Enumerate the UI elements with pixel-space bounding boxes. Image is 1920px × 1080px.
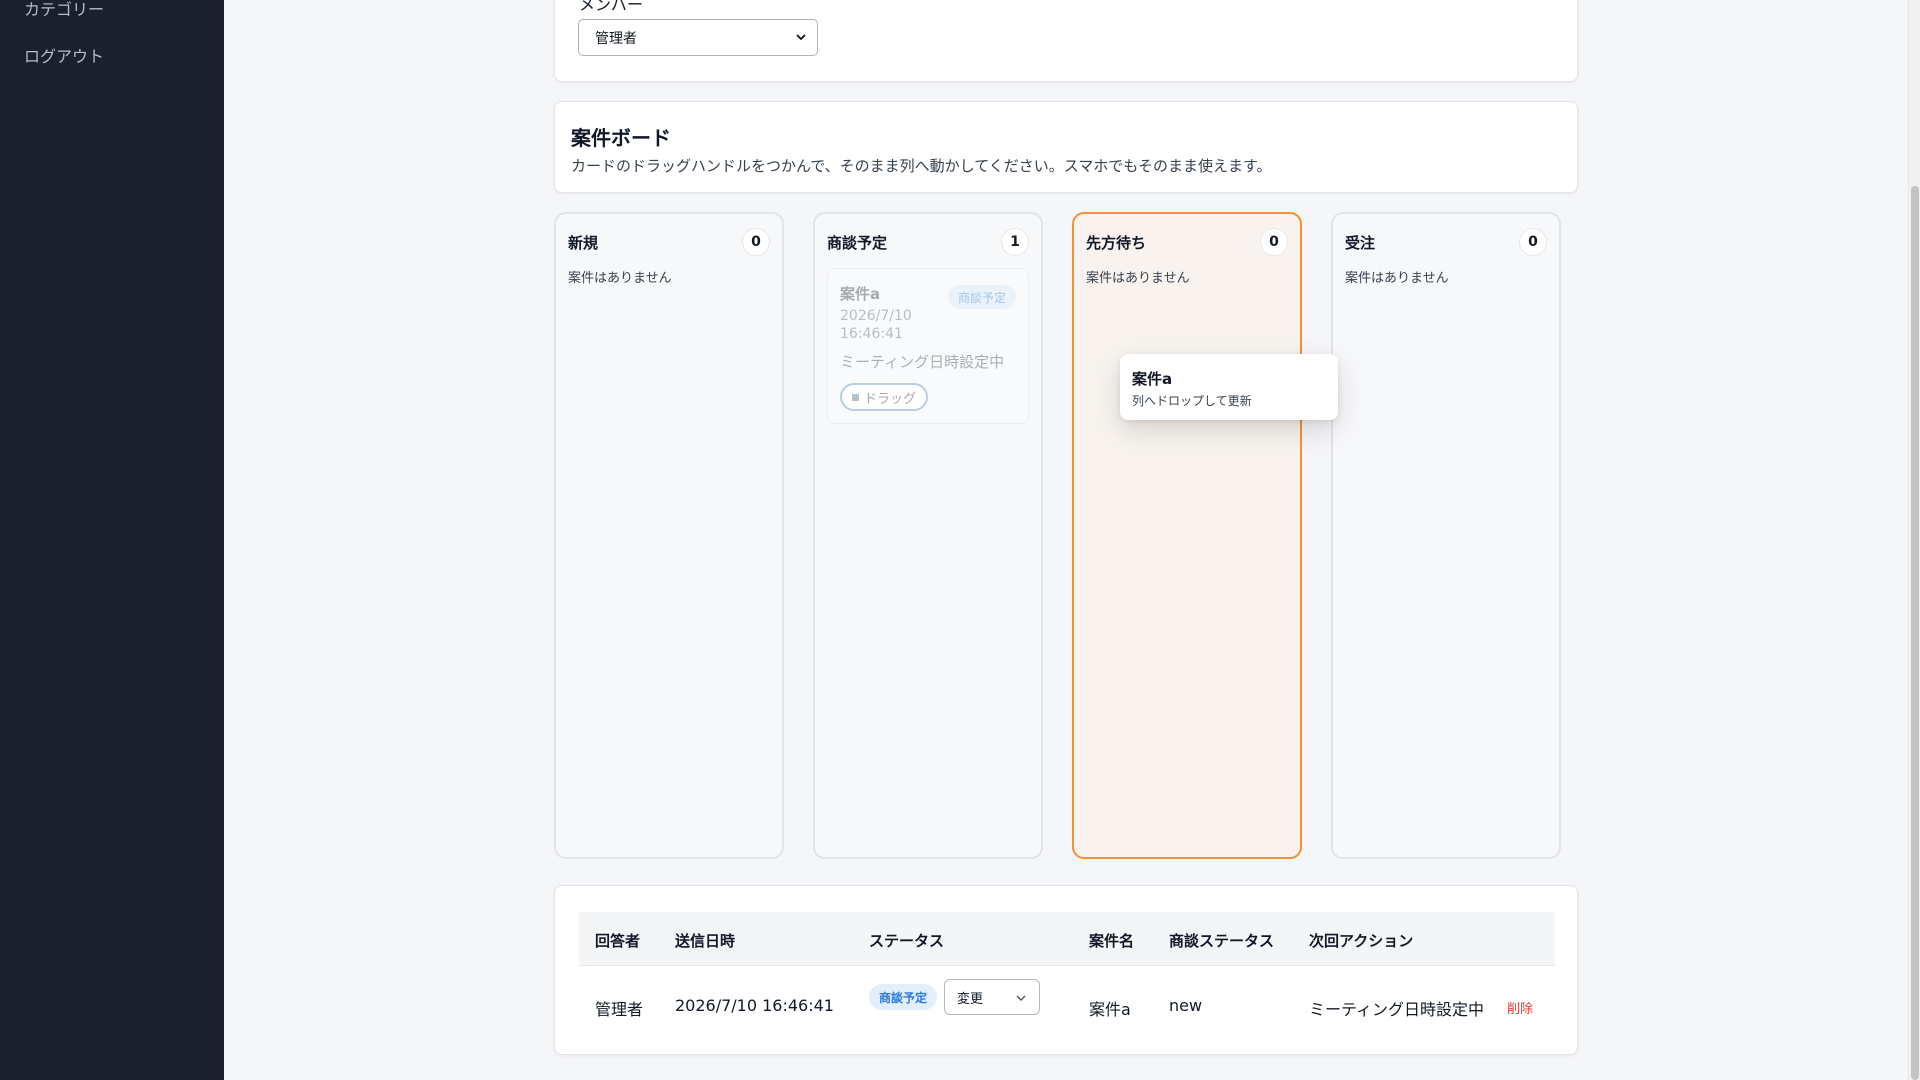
table-header-row: 回答者 送信日時 ステータス 案件名 商談ステータス 次回アクション <box>579 912 1555 966</box>
sidebar-item-logout[interactable]: ログアウト <box>24 43 104 67</box>
scrollbar-thumb[interactable] <box>1911 186 1919 1080</box>
board-header-card: 案件ボード カードのドラッグハンドルをつかんで、そのまま列へ動かしてください。ス… <box>554 101 1578 193</box>
main-content: メンバー 管理者 案件ボード カードのドラッグハンドルをつかんで、そのまま列へ動… <box>224 0 1908 1080</box>
deal-card-date: 2026/7/10 16:46:41 <box>840 308 912 342</box>
column-count: 0 <box>742 228 770 256</box>
page-scrollbar[interactable] <box>1908 0 1920 1080</box>
deal-card-name: 案件a <box>840 285 881 303</box>
member-filter-label: メンバー <box>579 0 644 14</box>
drag-preview-title: 案件a <box>1132 370 1173 388</box>
header-deal-name: 案件名 <box>1089 932 1135 950</box>
column-meeting-scheduled[interactable]: 商談予定 1 案件a 2026/7/10 16:46:41 商談予定 ミーティン… <box>813 212 1043 859</box>
cell-respondent: 管理者 <box>595 1000 644 1019</box>
column-title: 先方待ち <box>1086 234 1147 252</box>
header-respondent: 回答者 <box>595 932 641 950</box>
drag-preview-card[interactable]: 案件a 列へドロップして更新 <box>1120 354 1338 420</box>
column-empty-text: 案件はありません <box>1086 271 1190 286</box>
status-badge: 商談予定 <box>869 984 938 1010</box>
column-empty-text: 案件はありません <box>568 271 672 286</box>
header-next-action: 次回アクション <box>1309 932 1414 950</box>
cell-next-action: ミーティング日時設定中 <box>1309 1000 1485 1019</box>
deal-status-badge: 商談予定 <box>947 285 1016 309</box>
drag-handle-icon <box>852 393 859 401</box>
column-title: 新規 <box>568 234 599 252</box>
drag-preview-hint: 列へドロップして更新 <box>1132 394 1252 408</box>
column-count: 1 <box>1001 228 1029 256</box>
column-new[interactable]: 新規 0 案件はありません <box>554 212 784 859</box>
deal-card-next-action: ミーティング日時設定中 <box>840 353 1005 371</box>
column-awaiting-client[interactable]: 先方待ち 0 案件はありません <box>1072 212 1302 859</box>
header-sent-at: 送信日時 <box>675 932 736 950</box>
sidebar: カテゴリー ログアウト <box>0 0 224 1080</box>
header-status: ステータス <box>869 932 945 950</box>
drag-handle[interactable]: ドラッグ <box>840 383 929 411</box>
cell-deal-name: 案件a <box>1089 1000 1131 1019</box>
deal-card[interactable]: 案件a 2026/7/10 16:46:41 商談予定 ミーティング日時設定中 … <box>827 268 1029 424</box>
column-empty-text: 案件はありません <box>1345 271 1449 286</box>
column-count: 0 <box>1260 228 1288 256</box>
column-title: 商談予定 <box>827 234 888 252</box>
cell-sent-at: 2026/7/10 16:46:41 <box>675 996 834 1015</box>
header-deal-status: 商談ステータス <box>1169 932 1275 950</box>
member-select-value: 管理者 <box>595 30 637 47</box>
column-won[interactable]: 受注 0 案件はありません <box>1331 212 1561 859</box>
drag-handle-label: ドラッグ <box>864 391 917 407</box>
member-select[interactable]: 管理者 <box>578 19 818 56</box>
column-title: 受注 <box>1345 234 1376 252</box>
deals-table-card: 回答者 送信日時 ステータス 案件名 商談ステータス 次回アクション 管理者 2… <box>554 885 1578 1055</box>
member-filter-card: メンバー 管理者 <box>554 0 1578 82</box>
delete-button[interactable]: 削除 <box>1507 998 1533 1017</box>
status-change-select[interactable]: 変更 <box>944 979 1040 1015</box>
chevron-down-icon <box>796 34 806 41</box>
cell-deal-status: new <box>1169 996 1203 1015</box>
board-description: カードのドラッグハンドルをつかんで、そのまま列へ動かしてください。スマホでもその… <box>571 157 1272 175</box>
chevron-down-icon <box>1016 995 1026 1001</box>
status-change-select-value: 変更 <box>957 991 984 1007</box>
board-title: 案件ボード <box>571 126 671 150</box>
sidebar-item-categories[interactable]: カテゴリー <box>24 0 104 20</box>
column-count: 0 <box>1519 228 1547 256</box>
